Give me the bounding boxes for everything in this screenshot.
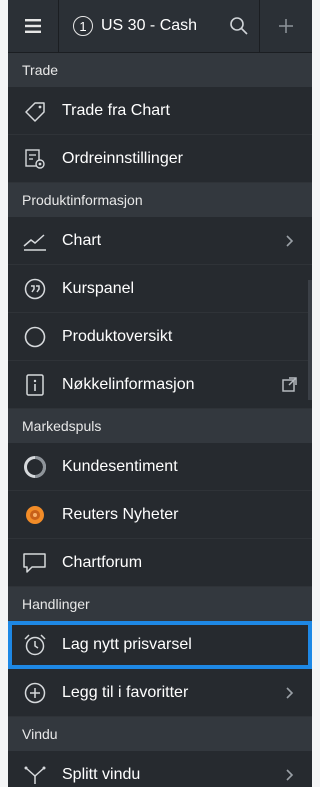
menu-item-label: Lag nytt prisvarsel bbox=[62, 636, 192, 653]
context-menu-panel: 1 US 30 - Cash Trade Trade fra Chart Ord… bbox=[8, 0, 312, 787]
scrollbar-thumb[interactable] bbox=[308, 280, 312, 400]
split-icon bbox=[22, 762, 48, 787]
chevron-right-icon bbox=[280, 766, 298, 784]
menu-item-ordreinnstillinger[interactable]: Ordreinnstillinger bbox=[8, 135, 312, 183]
menu-item-label: Reuters Nyheter bbox=[62, 505, 179, 523]
section-header-handlinger: Handlinger bbox=[8, 587, 312, 621]
chat-icon bbox=[22, 550, 48, 576]
menu-item-nokkelinformasjon[interactable]: Nøkkelinformasjon bbox=[8, 361, 312, 409]
quote-icon bbox=[22, 276, 48, 302]
hamburger-menu-button[interactable] bbox=[8, 0, 59, 52]
order-settings-icon bbox=[22, 146, 48, 172]
menu-item-chartforum[interactable]: Chartforum bbox=[8, 539, 312, 587]
menu-item-label: Chart bbox=[62, 231, 102, 249]
circle-icon bbox=[22, 324, 48, 350]
menu-item-label: Legg til i favoritter bbox=[62, 683, 189, 701]
menu-item-label: Nøkkelinformasjon bbox=[62, 375, 195, 393]
info-icon bbox=[22, 372, 48, 398]
plus-icon bbox=[278, 18, 294, 34]
menu-item-trade-fra-chart[interactable]: Trade fra Chart bbox=[8, 87, 312, 135]
menu-item-lag-nytt-prisvarsel[interactable]: Lag nytt prisvarsel bbox=[8, 621, 312, 669]
chart-line-icon bbox=[22, 228, 48, 254]
instrument-tab[interactable]: 1 US 30 - Cash bbox=[59, 0, 260, 52]
menu-item-kurspanel[interactable]: Kurspanel bbox=[8, 265, 312, 313]
sentiment-icon bbox=[22, 454, 48, 480]
menu-item-label: Chartforum bbox=[62, 553, 143, 571]
add-tab-button[interactable] bbox=[260, 0, 312, 52]
menu-item-label: Kurspanel bbox=[62, 279, 135, 297]
section-header-trade: Trade bbox=[8, 53, 312, 87]
hamburger-icon bbox=[25, 19, 41, 33]
menu-item-label: Produktoversikt bbox=[62, 327, 173, 345]
menu-item-splitt-vindu[interactable]: Splitt vindu bbox=[8, 751, 312, 787]
tab-number-badge: 1 bbox=[73, 16, 93, 36]
menu-item-legg-til-i-favoritter[interactable]: Legg til i favoritter bbox=[8, 669, 312, 717]
menu-item-kundesentiment[interactable]: Kundesentiment bbox=[8, 443, 312, 491]
menu-item-label: Ordreinnstillinger bbox=[62, 149, 183, 167]
reuters-logo-icon bbox=[22, 502, 48, 528]
menu-item-label: Trade fra Chart bbox=[62, 101, 170, 119]
external-link-icon bbox=[280, 376, 298, 394]
instrument-tab-label: US 30 - Cash bbox=[101, 17, 198, 34]
menu-item-label: Kundesentiment bbox=[62, 457, 178, 475]
section-header-markedspuls: Markedspuls bbox=[8, 409, 312, 443]
menu-item-produktoversikt[interactable]: Produktoversikt bbox=[8, 313, 312, 361]
top-bar: 1 US 30 - Cash bbox=[8, 0, 312, 53]
chevron-right-icon bbox=[280, 684, 298, 702]
menu-item-label: Splitt vindu bbox=[62, 765, 141, 783]
section-header-vindu: Vindu bbox=[8, 717, 312, 751]
section-header-produktinformasjon: Produktinformasjon bbox=[8, 183, 312, 217]
search-icon[interactable] bbox=[229, 16, 249, 36]
chevron-right-icon bbox=[280, 232, 298, 250]
menu-item-reuters-nyheter[interactable]: Reuters Nyheter bbox=[8, 491, 312, 539]
plus-circle-icon bbox=[22, 680, 48, 706]
menu-item-chart[interactable]: Chart bbox=[8, 217, 312, 265]
alarm-clock-icon bbox=[22, 632, 48, 658]
tag-icon bbox=[22, 98, 48, 124]
